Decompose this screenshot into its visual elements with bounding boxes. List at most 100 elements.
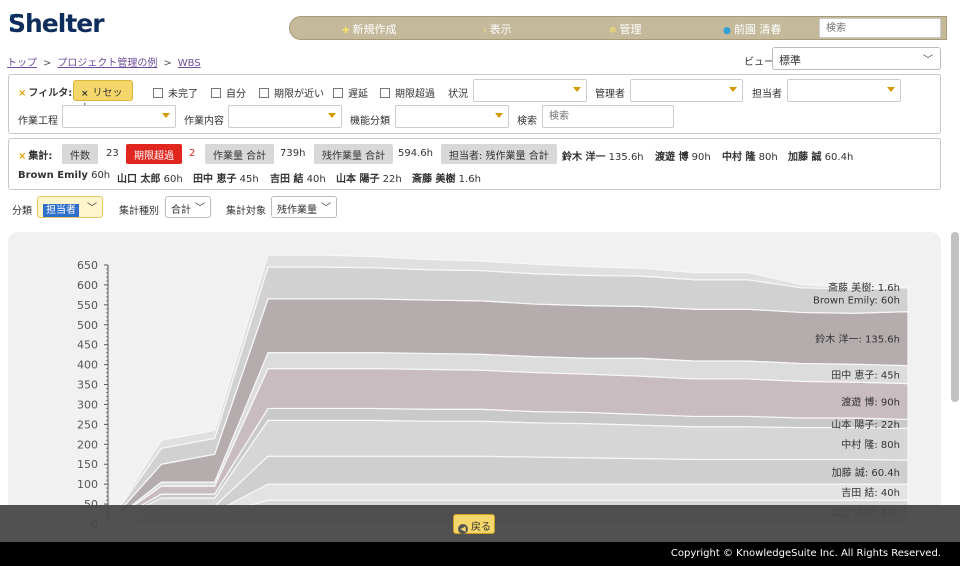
agg-type-label: 集計種別 xyxy=(119,206,159,217)
checkbox-due-soon[interactable]: 期限が近い xyxy=(259,85,324,100)
gear-icon: ✲ xyxy=(609,26,617,36)
content-label: 作業内容 xyxy=(184,116,224,127)
series-label: 田中 恵子: 45h xyxy=(831,369,900,382)
series-label: 吉田 結: 40h xyxy=(841,486,900,499)
remain-total-chip: 残作業量 合計 xyxy=(314,144,394,164)
nav-view[interactable]: › 表示 xyxy=(483,21,512,37)
dropdown-arrow-icon xyxy=(887,87,895,92)
work-total-chip: 作業量 合計 xyxy=(205,144,275,164)
checkbox-overdue[interactable]: 期限超過 xyxy=(380,85,435,100)
y-tick-label: 150 xyxy=(77,458,98,471)
checkbox-mine[interactable]: 自分 xyxy=(211,85,246,100)
overdue-chip: 期限超過 xyxy=(126,144,182,164)
global-search-input[interactable] xyxy=(819,18,941,38)
agg-target-select[interactable]: 残作業量 ﹀ xyxy=(271,196,337,218)
stat-yoshida: 吉田 結 40h xyxy=(270,174,326,185)
y-tick-label: 350 xyxy=(77,379,98,392)
user-icon: ● xyxy=(723,26,731,36)
dropdown-arrow-icon xyxy=(162,113,170,118)
series-label: 中村 隆: 80h xyxy=(841,438,900,451)
nav-admin[interactable]: ✲ 管理 xyxy=(609,21,642,37)
footer-action-bar: ◀ 戻る xyxy=(0,505,960,542)
manager-label: 管理者 xyxy=(595,89,625,100)
arrow-right-icon: › xyxy=(483,26,487,36)
collapse-x-icon[interactable]: × xyxy=(18,151,26,162)
close-icon: × xyxy=(81,89,89,99)
chevron-down-icon: ﹀ xyxy=(923,55,933,66)
agg-type-select[interactable]: 合計 ﹀ xyxy=(165,196,211,218)
scrollbar[interactable] xyxy=(950,232,960,402)
stat-brown: Brown Emily 60h xyxy=(18,170,111,181)
series-label: 鈴木 洋一: 135.6h xyxy=(815,333,900,346)
y-tick-label: 400 xyxy=(77,359,98,372)
checkbox-delayed[interactable]: 遅延 xyxy=(333,85,368,100)
stat-tanaka: 田中 恵子 45h xyxy=(193,174,259,185)
y-tick-label: 250 xyxy=(77,418,98,431)
stat-saito: 斎藤 美樹 1.6h xyxy=(412,174,481,185)
count-value: 23 xyxy=(106,148,119,159)
manager-select[interactable] xyxy=(630,79,743,102)
stat-nakamura: 中村 隆 80h xyxy=(722,152,778,163)
chart-controls: 分類 担当者 ﹀ 集計種別 合計 ﹀ 集計対象 残作業量 ﹀ xyxy=(0,195,960,221)
nav-new[interactable]: ✚ 新規作成 xyxy=(342,21,397,37)
assignee-label: 担当者 xyxy=(752,89,782,100)
stat-yamaguchi: 山口 太郎 60h xyxy=(117,174,183,185)
group-label: 分類 xyxy=(12,206,32,217)
dropdown-arrow-icon xyxy=(729,87,737,92)
dropdown-arrow-icon xyxy=(328,113,336,118)
y-tick-label: 200 xyxy=(77,438,98,451)
y-tick-label: 300 xyxy=(77,398,98,411)
series-label: 渡遊 博: 90h xyxy=(841,396,900,409)
breadcrumb-project[interactable]: プロジェクト管理の例 xyxy=(57,58,157,69)
overdue-value: 2 xyxy=(189,148,196,159)
top-bar: Shelter ✚ 新規作成 › 表示 ✲ 管理 ● 前園 清春 xyxy=(0,0,960,50)
chevron-down-icon: ﹀ xyxy=(195,203,205,214)
checkbox-incomplete[interactable]: 未完了 xyxy=(153,85,198,100)
series-label: 山本 陽子: 22h xyxy=(831,418,900,431)
nav-user[interactable]: ● 前園 清春 xyxy=(723,21,781,37)
stat-yamamoto: 山本 陽子 22h xyxy=(336,174,402,185)
view-select[interactable]: 標準 ﹀ xyxy=(772,47,941,70)
content-select[interactable] xyxy=(228,105,342,128)
y-tick-label: 500 xyxy=(77,319,98,332)
summary-title: × 集計: xyxy=(18,151,53,162)
process-select[interactable] xyxy=(62,105,176,128)
breadcrumb: トップ > プロジェクト管理の例 > WBS xyxy=(7,58,201,69)
count-chip: 件数 xyxy=(62,144,98,164)
search-label: 検索 xyxy=(517,116,537,127)
group-select[interactable]: 担当者 ﹀ xyxy=(37,196,103,218)
remain-total-value: 594.6h xyxy=(398,148,433,159)
status-select[interactable] xyxy=(473,79,587,102)
series-label: 加藤 誠: 60.4h xyxy=(832,466,900,479)
y-tick-label: 100 xyxy=(77,478,98,491)
assignee-remain-chip: 担当者: 残作業量 合計 xyxy=(441,144,557,164)
chevron-down-icon: ﹀ xyxy=(87,203,97,214)
series-label: 斎藤 美樹: 1.6h xyxy=(828,281,900,294)
breadcrumb-top[interactable]: トップ xyxy=(7,58,37,69)
y-tick-label: 550 xyxy=(77,299,98,312)
filter-title: × フィルタ: xyxy=(18,88,73,99)
agg-target-label: 集計対象 xyxy=(226,206,266,217)
chart-area: 050100150200250300350400450500550600650山… xyxy=(8,232,941,532)
back-button[interactable]: ◀ 戻る xyxy=(453,514,495,534)
work-total-value: 739h xyxy=(280,148,306,159)
filter-search-input[interactable] xyxy=(542,105,674,128)
y-tick-label: 650 xyxy=(77,259,98,272)
breadcrumb-wbs[interactable]: WBS xyxy=(178,58,201,69)
collapse-x-icon[interactable]: × xyxy=(18,88,26,99)
process-label: 作業工程 xyxy=(18,116,58,127)
series-label: Brown Emily: 60h xyxy=(813,296,900,307)
category-select[interactable] xyxy=(395,105,509,128)
stat-watanabe: 渡遊 博 90h xyxy=(655,152,711,163)
dropdown-arrow-icon xyxy=(495,113,503,118)
stat-suzuki: 鈴木 洋一 135.6h xyxy=(562,152,644,163)
reset-button[interactable]: ×リセット xyxy=(73,80,133,114)
assignee-select[interactable] xyxy=(787,79,901,102)
category-label: 機能分類 xyxy=(350,116,390,127)
view-label: ビュー xyxy=(744,57,774,68)
y-tick-label: 450 xyxy=(77,339,98,352)
dropdown-arrow-icon xyxy=(573,87,581,92)
app-logo[interactable]: Shelter xyxy=(8,9,105,38)
scrollbar-thumb[interactable] xyxy=(951,232,959,402)
chevron-down-icon: ﹀ xyxy=(321,203,331,214)
